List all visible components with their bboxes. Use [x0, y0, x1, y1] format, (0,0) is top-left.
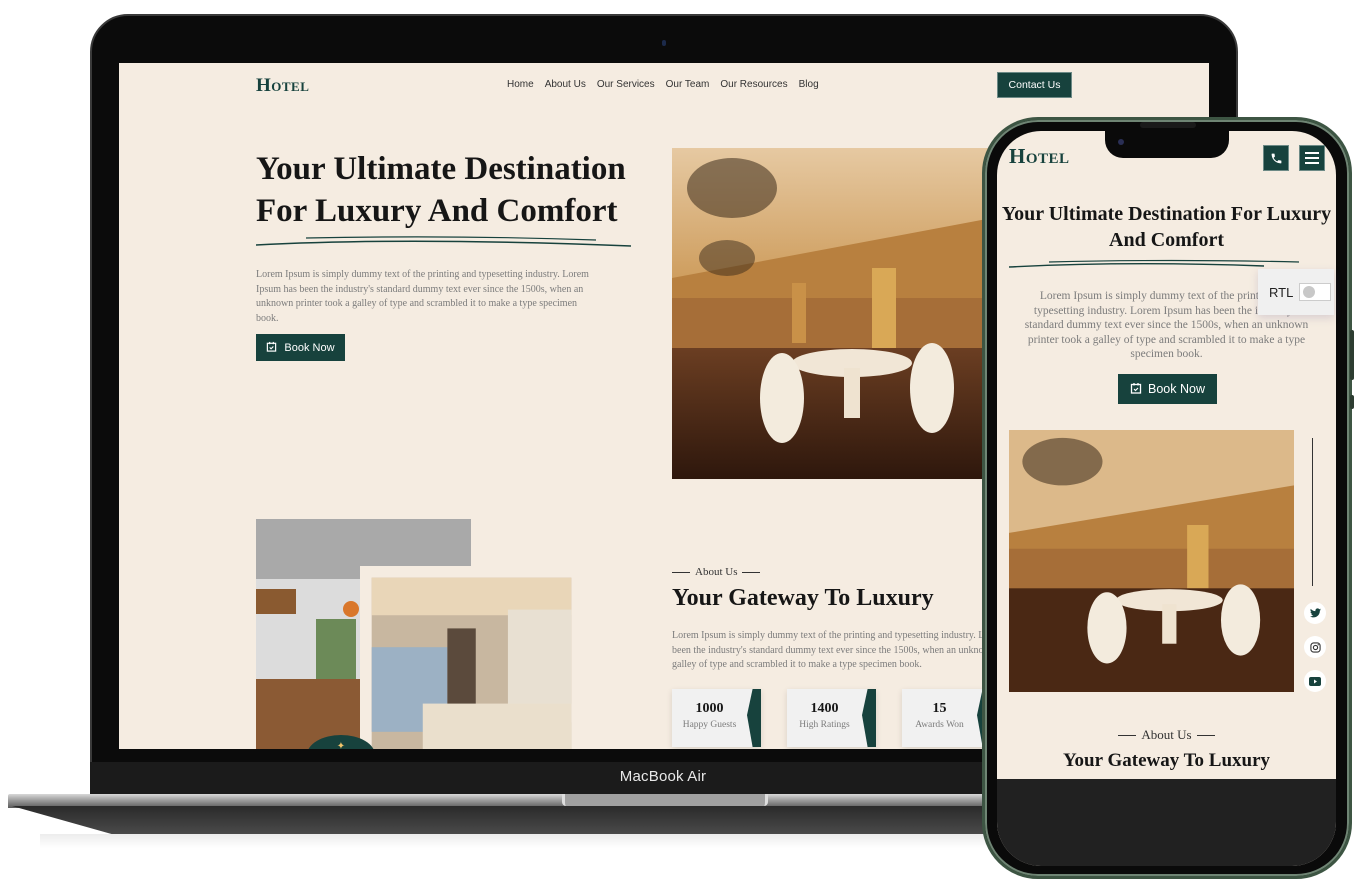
nav-blog[interactable]: Blog — [799, 79, 819, 90]
laptop-bottom — [12, 806, 1007, 834]
contact-us-button[interactable]: Contact Us — [997, 72, 1072, 98]
about-kicker-label: About Us — [1141, 727, 1192, 742]
book-now-button[interactable]: Book Now — [256, 334, 345, 361]
about-text-line: Lorem Ipsum is simply dummy text of the … — [672, 630, 1002, 641]
site-logo[interactable]: Hotel — [256, 75, 309, 97]
main-nav: Home About Us Our Services Our Team Our … — [507, 79, 819, 90]
phone-camera — [1118, 139, 1124, 145]
hero-description: Lorem Ipsum is simply dummy text of the … — [256, 269, 589, 324]
about-text-line: been the industry's standard dummy text … — [672, 644, 1002, 656]
hamburger-menu-icon — [1305, 152, 1319, 164]
phone-call-button[interactable] — [1263, 145, 1289, 171]
phone-side-button — [1350, 330, 1354, 380]
stat-value: 1400 — [810, 701, 839, 716]
about-kicker: About Us — [672, 566, 761, 578]
phone-side-button — [1350, 395, 1354, 409]
mobile-book-now-button[interactable]: Book Now — [1118, 374, 1217, 404]
stat-label: Awards Won — [915, 720, 964, 730]
about-image-bedroom — [360, 566, 583, 749]
twitter-link[interactable] — [1304, 602, 1326, 624]
twitter-icon — [1309, 608, 1321, 618]
book-now-label: Book Now — [1148, 382, 1205, 396]
stat-label: High Ratings — [799, 720, 850, 730]
laptop-camera — [662, 40, 666, 46]
laptop-shadow — [40, 834, 1000, 848]
phone-icon — [1271, 153, 1281, 163]
stat-value: 15 — [932, 701, 947, 716]
mobile-hero-title: Your Ultimate Destination For Luxury And… — [1001, 203, 1332, 251]
mobile-site-logo[interactable]: Hotel — [1009, 144, 1070, 169]
phone-screen-bottom — [997, 779, 1336, 866]
about-description: Lorem Ipsum is simply dummy text of the … — [672, 629, 1002, 673]
stat-label: Happy Guests — [682, 720, 737, 730]
instagram-link[interactable] — [1304, 636, 1326, 658]
rtl-label: RTL — [1269, 284, 1294, 300]
calendar-check-icon — [1130, 382, 1142, 397]
hero-image — [672, 148, 992, 479]
laptop-hinge-notch — [562, 794, 768, 806]
stat-accent-tab — [747, 689, 761, 747]
about-text-line: galley of type and scrambled it to make … — [672, 659, 922, 670]
hero-title: Your Ultimate Destination For Luxury And… — [256, 151, 626, 229]
phone-screen: Hotel Your Ultimate Destination For Luxu… — [997, 131, 1336, 866]
stat-accent-tab — [862, 689, 876, 747]
youtube-link[interactable] — [1304, 670, 1326, 692]
about-title: Your Gateway To Luxury — [672, 585, 934, 611]
rtl-toggle-panel: RTL — [1258, 269, 1334, 315]
menu-button[interactable] — [1299, 145, 1325, 171]
laptop-base — [8, 794, 1008, 808]
nav-our-resources[interactable]: Our Resources — [720, 79, 787, 90]
kicker-line-left — [672, 571, 690, 573]
stat-card-high-ratings: 1400 High Ratings — [787, 689, 876, 747]
nav-our-team[interactable]: Our Team — [666, 79, 710, 90]
rtl-toggle-knob — [1303, 286, 1316, 298]
social-divider-line — [1312, 438, 1313, 586]
kicker-line-right — [1196, 734, 1215, 736]
hero-underline-decoration — [256, 236, 632, 247]
stats-row: 1000 Happy Guests 1400 High Ratings 15 A… — [672, 689, 991, 747]
kicker-line-right — [742, 571, 761, 573]
mobile-about-title: Your Gateway To Luxury — [1062, 750, 1271, 771]
kicker-line-left — [1118, 734, 1137, 736]
rtl-toggle-switch[interactable] — [1299, 283, 1332, 301]
mobile-about-kicker: About Us — [997, 727, 1336, 743]
instagram-icon — [1309, 641, 1321, 653]
phone-speaker — [1140, 122, 1196, 128]
stat-card-awards-won: 15 Awards Won — [902, 689, 991, 747]
youtube-icon — [1309, 676, 1321, 686]
book-now-label: Book Now — [284, 341, 335, 354]
phone-notch — [1105, 130, 1229, 158]
stat-value: 1000 — [695, 701, 724, 716]
nav-about-us[interactable]: About Us — [545, 79, 586, 90]
about-kicker-label: About Us — [695, 566, 738, 578]
nav-home[interactable]: Home — [507, 79, 534, 90]
mobile-hero-image — [1009, 430, 1294, 692]
calendar-check-icon — [266, 341, 277, 355]
stat-card-happy-guests: 1000 Happy Guests — [672, 689, 761, 747]
nav-our-services[interactable]: Our Services — [597, 79, 655, 90]
